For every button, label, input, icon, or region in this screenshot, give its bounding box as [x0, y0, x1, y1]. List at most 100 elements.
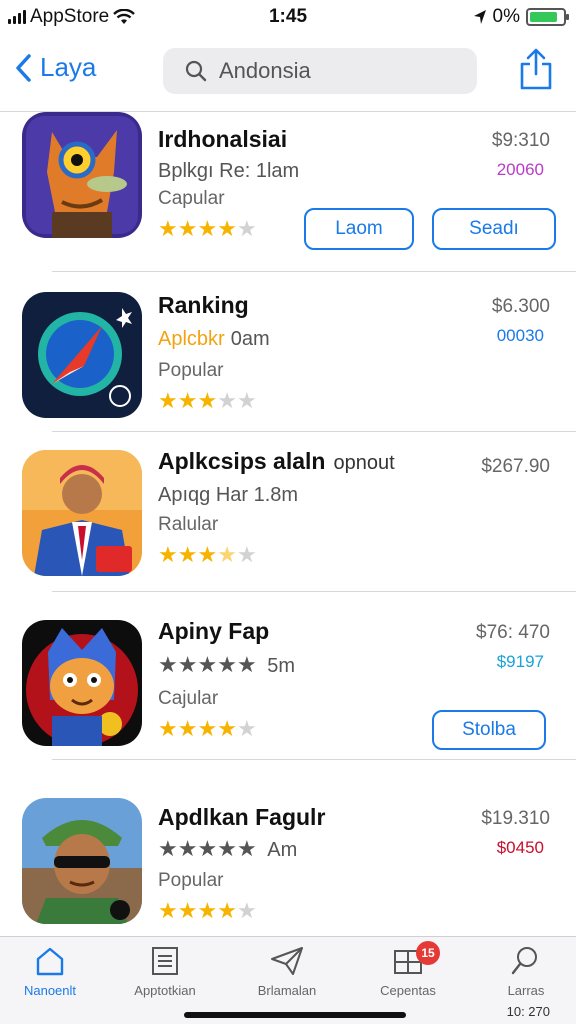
- app-price-alt: $9197: [496, 652, 544, 671]
- app-price: $6.300: [491, 296, 550, 317]
- tab-label: Nanoenlt: [23, 983, 77, 998]
- star-icon: ★: [177, 716, 198, 741]
- tab-label: Apptotkian: [134, 983, 196, 998]
- star-icon: ★: [197, 652, 217, 677]
- star-icon: ★: [158, 216, 178, 241]
- star-icon: ★: [217, 542, 237, 567]
- app-icon-owl-character[interactable]: [22, 112, 142, 238]
- tab-search[interactable]: Larras: [476, 945, 576, 998]
- location-arrow-icon: [473, 10, 486, 24]
- app-title-main: Aplkcsips alaln: [158, 448, 326, 474]
- tab-home[interactable]: Nanoenlt: [0, 945, 100, 998]
- rating-stars: ★ ★ ★ ★ ★: [158, 716, 257, 742]
- star-icon: ★: [177, 836, 198, 861]
- star-icon: ★: [217, 836, 237, 861]
- rating-stars: ★ ★ ★ ★ ★: [158, 542, 257, 568]
- fox-character-art: [22, 620, 142, 746]
- list-item[interactable]: Apiny Fap ★ ★ ★ ★ ★ 5m Cajular ★ ★ ★ ★ ★ $76: 47…: [0, 592, 576, 760]
- app-price: $9:310: [491, 130, 550, 151]
- list-item[interactable]: Aplkcsips alaln opnout Apıqg Har 1.8m Ral…: [0, 432, 576, 592]
- star-icon: ★: [197, 836, 217, 861]
- rating-stars: ★ ★ ★ ★ ★: [158, 216, 257, 242]
- app-icon-businessman[interactable]: [22, 450, 142, 576]
- seadi-button[interactable]: Seadı: [432, 208, 556, 250]
- app-price-alt: 20060: [496, 160, 544, 179]
- app-price-alt: 00030: [496, 326, 544, 345]
- star-icon: ★: [177, 388, 198, 413]
- app-icon-compass[interactable]: [22, 292, 142, 418]
- app-price-alt: $0450: [496, 838, 544, 857]
- app-list: Irdhonalsiai Bplkgı Re: 1lam Capular ★ ★ ★…: [0, 112, 576, 936]
- star-icon: ★: [236, 716, 257, 741]
- star-icon: ★: [236, 898, 257, 923]
- star-icon: ★: [158, 716, 178, 741]
- star-icon: ★: [236, 836, 257, 861]
- app-price: $267.90: [481, 456, 550, 477]
- search-icon: [185, 60, 207, 82]
- app-price: $19.310: [481, 808, 550, 829]
- battery-icon: [526, 8, 569, 26]
- document-icon: [152, 947, 178, 975]
- app-subtitle-main: Aplcbkr: [158, 328, 225, 350]
- laom-button[interactable]: Laom: [304, 208, 414, 250]
- star-icon: ★: [177, 898, 198, 923]
- list-item[interactable]: Apdlkan Fagulr ★ ★ ★ ★ ★ Am Popular ★ ★ ★ ★ ★ $1…: [0, 792, 576, 936]
- app-title: Apdlkan Fagulr: [158, 804, 326, 830]
- star-icon: ★: [217, 716, 237, 741]
- status-right: 0%: [473, 6, 569, 28]
- star-icon: ★: [197, 716, 217, 741]
- tab-label: Larras: [507, 983, 545, 998]
- app-subtitle-tail: Am: [267, 839, 298, 861]
- tab-label: Cepentas: [380, 983, 436, 998]
- app-subtitle: ★ ★ ★ ★ ★ Am: [158, 836, 297, 862]
- list-item[interactable]: Irdhonalsiai Bplkgı Re: 1lam Capular ★ ★ ★…: [0, 112, 576, 272]
- tab-applications[interactable]: Apptotkian: [115, 945, 215, 998]
- app-category: Capular: [158, 188, 225, 209]
- status-bar: AppStore 1:45 0%: [0, 0, 576, 36]
- compass-art: [22, 292, 142, 418]
- back-label: Laya: [40, 52, 97, 82]
- star-icon: ★: [158, 836, 178, 861]
- tab-navigation[interactable]: Brlamalan: [237, 945, 337, 998]
- search-input[interactable]: [219, 58, 459, 84]
- footer-text: 10: 270: [506, 1004, 550, 1019]
- star-icon: ★: [236, 388, 257, 413]
- star-icon: ★: [177, 542, 198, 567]
- back-button[interactable]: Laya: [14, 52, 96, 83]
- house-icon: [36, 947, 64, 976]
- app-icon-man-sunglasses[interactable]: [22, 798, 142, 924]
- tab-updates[interactable]: 15 Cepentas: [358, 941, 458, 998]
- star-icon: ★: [236, 216, 257, 241]
- stolba-button[interactable]: Stolba: [432, 710, 546, 750]
- app-title-extra: opnout: [333, 452, 395, 474]
- star-icon: ★: [158, 652, 178, 677]
- tab-label: Brlamalan: [257, 983, 317, 998]
- star-icon: ★: [158, 542, 178, 567]
- battery-fill: [530, 12, 558, 22]
- tab-bar: Nanoenlt Apptotkian Brlamalan 15 Cepenta…: [0, 936, 576, 1024]
- subtitle-rating-stars: ★ ★ ★ ★ ★: [158, 836, 257, 862]
- app-title: Ranking: [158, 292, 249, 318]
- home-indicator[interactable]: [184, 1012, 406, 1018]
- search-icon: [511, 947, 537, 975]
- star-icon: ★: [197, 388, 217, 413]
- app-subtitle: Bplkgı Re: 1lam: [158, 160, 300, 182]
- app-subtitle-tail: 5m: [267, 655, 296, 677]
- star-icon: ★: [177, 652, 198, 677]
- star-icon: ★: [197, 898, 217, 923]
- app-subtitle: ★ ★ ★ ★ ★ 5m: [158, 652, 295, 678]
- app-category: Popular: [158, 360, 224, 381]
- list-item[interactable]: Ranking Aplcbkr 0am Popular ★ ★ ★ ★ ★ $6.300 …: [0, 272, 576, 432]
- battery-percent: 0%: [492, 6, 520, 27]
- subtitle-rating-stars: ★ ★ ★ ★ ★: [158, 652, 257, 678]
- share-icon[interactable]: [518, 48, 554, 90]
- app-subtitle: Aplcbkr 0am: [158, 328, 270, 351]
- businessman-art: [22, 450, 142, 576]
- search-bar[interactable]: [163, 48, 477, 94]
- row-divider: [52, 759, 576, 760]
- app-title: Aplkcsips alaln opnout: [158, 448, 395, 475]
- star-icon: ★: [236, 542, 257, 567]
- app-icon-fox-character[interactable]: [22, 620, 142, 746]
- navigation-bar: Laya: [0, 36, 576, 112]
- star-icon: ★: [158, 898, 178, 923]
